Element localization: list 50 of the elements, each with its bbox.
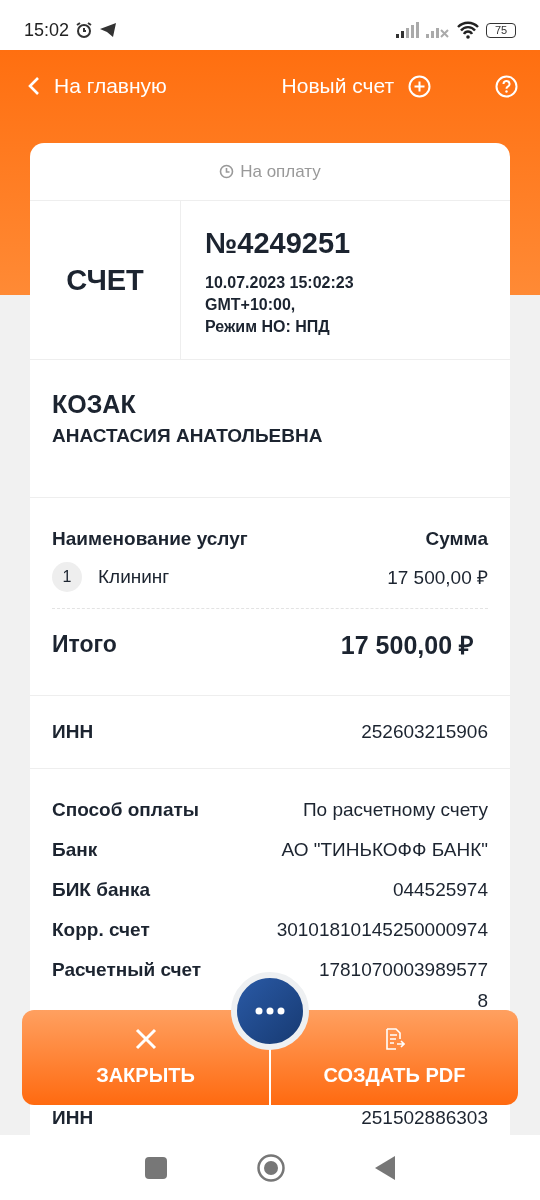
signal-icon bbox=[396, 22, 420, 38]
field-value: По расчетному счету bbox=[302, 799, 488, 821]
field-label: БИК банка bbox=[52, 879, 151, 901]
field-value: АО "ТИНЬКОФФ БАНК" bbox=[281, 839, 488, 861]
invoice-status: На оплату bbox=[240, 161, 321, 182]
field-value: 30101810145250000974 bbox=[276, 919, 488, 941]
document-type: СЧЕТ bbox=[66, 263, 144, 297]
battery-indicator: 75 bbox=[486, 22, 516, 38]
field-value: 1781070003989577 bbox=[318, 959, 488, 981]
invoice-detail: 10.07.2023 15:02:23 bbox=[205, 273, 354, 293]
client-surname: КОЗАК bbox=[52, 390, 137, 419]
close-button[interactable]: ЗАКРЫТЬ bbox=[22, 1010, 271, 1105]
item-number: 1 bbox=[52, 562, 82, 592]
help-icon[interactable] bbox=[495, 74, 518, 98]
invoice-detail: Режим НО: НПД bbox=[205, 317, 331, 337]
total-amount: 17 500,00 ₽ bbox=[340, 630, 474, 661]
client-name: АНАСТАСИЯ АНАТОЛЬЕВНА bbox=[52, 425, 324, 447]
invoice-detail: GMT+10:00, bbox=[205, 295, 297, 315]
field-value: 8 bbox=[477, 990, 488, 1010]
alarm-icon bbox=[75, 21, 94, 39]
field-label: Способ оплаты bbox=[52, 799, 199, 821]
wifi-icon bbox=[456, 21, 480, 39]
column-header: Наименование услуг bbox=[52, 528, 248, 550]
back-link[interactable]: На главную bbox=[28, 74, 167, 98]
invoice-number: №4249251 bbox=[205, 227, 352, 260]
field-label: ИНН bbox=[52, 721, 94, 743]
plus-circle-icon bbox=[408, 74, 431, 98]
back-icon[interactable] bbox=[375, 1155, 395, 1180]
document-export-icon bbox=[384, 1028, 405, 1050]
create-pdf-button[interactable]: СОЗДАТЬ PDF bbox=[271, 1010, 518, 1105]
status-time: 15:02 bbox=[24, 19, 70, 41]
paper-plane-icon bbox=[99, 22, 118, 38]
field-value: 251502886303 bbox=[361, 1107, 488, 1129]
field-value: 044525974 bbox=[392, 879, 488, 901]
clock-icon bbox=[219, 164, 235, 179]
field-label: Расчетный счет bbox=[52, 959, 202, 981]
column-header: Сумма bbox=[425, 528, 488, 550]
more-icon bbox=[255, 1007, 285, 1015]
total-label: Итого bbox=[52, 630, 117, 658]
home-icon[interactable] bbox=[257, 1153, 285, 1182]
field-label: Корр. счет bbox=[52, 919, 150, 941]
chevron-left-icon bbox=[28, 76, 40, 96]
recents-icon[interactable] bbox=[145, 1156, 167, 1179]
service-name: Клининг bbox=[98, 566, 170, 588]
service-amount: 17 500,00 ₽ bbox=[387, 566, 488, 590]
field-value: 252603215906 bbox=[361, 721, 488, 743]
close-icon bbox=[134, 1028, 157, 1050]
field-label: Банк bbox=[52, 839, 98, 861]
field-label: ИНН bbox=[52, 1107, 94, 1129]
new-invoice-link[interactable]: Новый счет bbox=[281, 74, 431, 98]
